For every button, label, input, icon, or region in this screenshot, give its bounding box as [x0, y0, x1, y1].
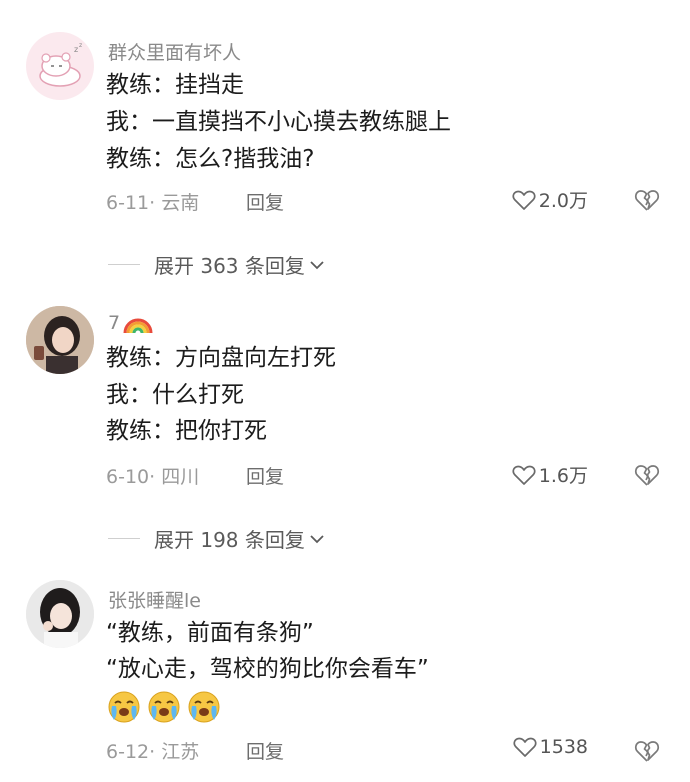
- expand-replies-label: 展开 363 条回复: [154, 254, 305, 278]
- heart-icon: [512, 190, 536, 210]
- comment-text-line: 教练：把你打死: [106, 418, 267, 444]
- comment-text-line: 教练：挂挡走: [106, 72, 244, 98]
- comment-date-location: 6-10· 四川: [106, 466, 200, 488]
- comment-date-location: 6-12· 江苏: [106, 741, 200, 763]
- comment-text-line: 教练：怎么?揩我油?: [106, 146, 315, 172]
- chevron-down-icon: [310, 534, 324, 543]
- expand-replies-button[interactable]: 展开 198 条回复: [108, 524, 325, 553]
- rainbow-icon: [123, 318, 153, 334]
- svg-text:z: z: [79, 42, 82, 49]
- heart-icon: [512, 465, 536, 485]
- comment-text-line: 我：一直摸挡不小心摸去教练腿上: [106, 109, 451, 135]
- divider: [108, 264, 140, 265]
- expand-replies-label: 展开 198 条回复: [154, 528, 305, 552]
- chevron-down-icon: [310, 260, 324, 269]
- heart-icon: [513, 737, 537, 757]
- like-count: 2.0万: [538, 190, 588, 212]
- crying-emoji-icon: [188, 691, 220, 723]
- like-button[interactable]: 2.0万: [512, 186, 588, 213]
- username[interactable]: 7: [108, 311, 154, 335]
- avatar[interactable]: z z: [26, 32, 94, 100]
- comment-date-location: 6-11· 云南: [106, 192, 200, 214]
- comment-text-line: 我：什么打死: [106, 382, 244, 408]
- svg-text:z: z: [74, 45, 78, 54]
- like-count: 1538: [539, 736, 588, 758]
- broken-heart-icon[interactable]: [634, 739, 660, 763]
- expand-replies-button[interactable]: 展开 363 条回复: [108, 250, 325, 279]
- username[interactable]: 群众里面有坏人: [108, 38, 241, 65]
- broken-heart-icon[interactable]: [634, 188, 660, 212]
- comment-text-line: “教练，前面有条狗”: [106, 620, 314, 646]
- broken-heart-icon[interactable]: [634, 463, 660, 487]
- reply-button[interactable]: 回复: [246, 737, 284, 764]
- divider: [108, 538, 140, 539]
- reply-button[interactable]: 回复: [246, 462, 284, 489]
- crying-emoji-icon: [148, 691, 180, 723]
- like-button[interactable]: 1538: [513, 736, 588, 758]
- like-count: 1.6万: [538, 465, 588, 487]
- reply-button[interactable]: 回复: [246, 188, 284, 215]
- emoji-row: [106, 690, 222, 724]
- username-text: 7: [108, 312, 121, 334]
- avatar[interactable]: [26, 306, 94, 374]
- avatar[interactable]: [26, 580, 94, 648]
- like-button[interactable]: 1.6万: [512, 461, 588, 488]
- username[interactable]: 张张睡醒le: [108, 586, 201, 613]
- comment-text-line: 教练：方向盘向左打死: [106, 345, 336, 371]
- comment-text-line: “放心走，驾校的狗比你会看车”: [106, 656, 429, 682]
- crying-emoji-icon: [108, 691, 140, 723]
